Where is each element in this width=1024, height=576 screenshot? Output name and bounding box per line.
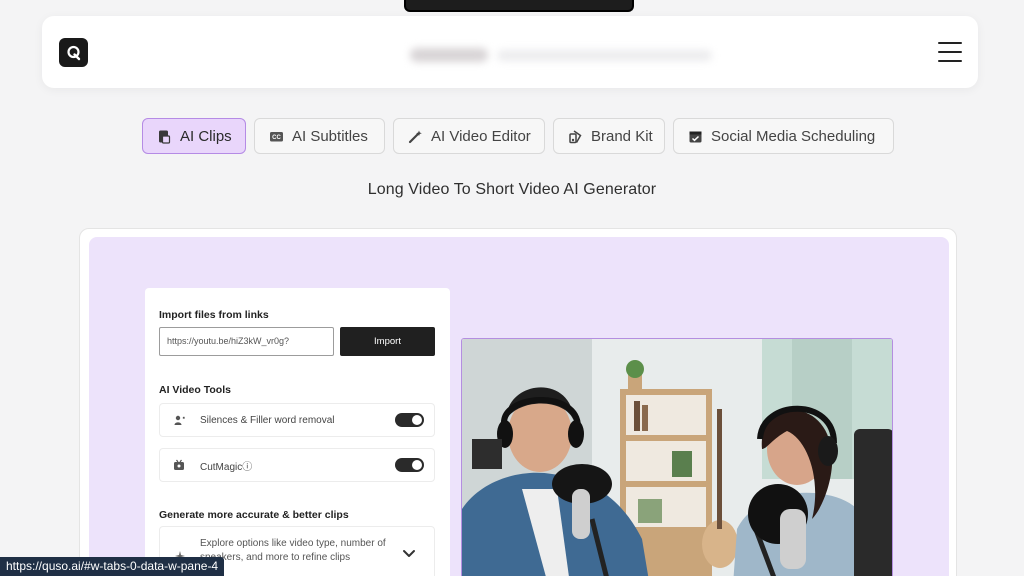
tab-label: AI Clips — [180, 127, 232, 145]
tool-label: CutMagicⓘ — [200, 461, 253, 473]
cutmagic-toggle[interactable] — [395, 458, 424, 472]
hamburger-menu-icon[interactable] — [938, 42, 962, 62]
filler-removal-icon — [172, 413, 186, 427]
tab-label: AI Video Editor — [431, 127, 531, 145]
quso-logo-icon[interactable] — [59, 38, 88, 67]
tab-label: Brand Kit — [591, 127, 653, 145]
video-thumbnail[interactable] — [461, 338, 893, 576]
cutmagic-icon — [172, 458, 186, 472]
preview-area: Import files from links https://youtu.be… — [89, 237, 949, 576]
tool-row-filler-removal: Silences & Filler word removal — [159, 403, 435, 437]
tools-title: AI Video Tools — [159, 384, 231, 396]
feature-tabs: AI Clips CC AI Subtitles AI Video Editor… — [0, 118, 1024, 154]
tab-brand-kit[interactable]: Brand Kit — [553, 118, 665, 154]
tab-label: Social Media Scheduling — [711, 127, 876, 145]
chevron-down-icon[interactable] — [402, 549, 416, 559]
link-input[interactable]: https://youtu.be/hiZ3kW_vr0g? — [159, 327, 334, 356]
brand-kit-icon — [568, 129, 583, 144]
calendar-icon — [688, 129, 703, 144]
status-bar-url: https://quso.ai/#w-tabs-0-data-w-pane-4 — [0, 557, 225, 576]
tab-label: AI Subtitles — [292, 127, 368, 145]
tab-ai-video-editor[interactable]: AI Video Editor — [393, 118, 545, 154]
import-title: Import files from links — [159, 309, 269, 321]
tab-ai-subtitles[interactable]: CC AI Subtitles — [254, 118, 385, 154]
svg-text:CC: CC — [272, 135, 281, 141]
preview-card: Import files from links https://youtu.be… — [79, 228, 957, 576]
filler-removal-toggle[interactable] — [395, 413, 424, 427]
page: AI Clips CC AI Subtitles AI Video Editor… — [0, 0, 1024, 576]
import-panel: Import files from links https://youtu.be… — [145, 288, 450, 576]
magic-wand-icon — [408, 129, 423, 144]
import-button[interactable]: Import — [340, 327, 435, 356]
tool-row-cutmagic: CutMagicⓘ — [159, 448, 435, 482]
clips-icon — [157, 129, 172, 144]
blurred-tagline — [497, 50, 712, 61]
podcast-scene-image — [462, 339, 892, 576]
cc-icon: CC — [269, 129, 284, 144]
site-header — [42, 16, 978, 88]
explore-text: Explore options like video type, number … — [200, 538, 386, 563]
tool-label: Silences & Filler word removal — [200, 414, 335, 426]
blurred-brand-name — [410, 48, 488, 62]
clips-title: Generate more accurate & better clips — [159, 509, 349, 521]
section-subtitle: Long Video To Short Video AI Generator — [367, 181, 657, 198]
tab-social-media-scheduling[interactable]: Social Media Scheduling — [673, 118, 894, 154]
device-notch — [404, 0, 634, 12]
tab-ai-clips[interactable]: AI Clips — [142, 118, 246, 154]
